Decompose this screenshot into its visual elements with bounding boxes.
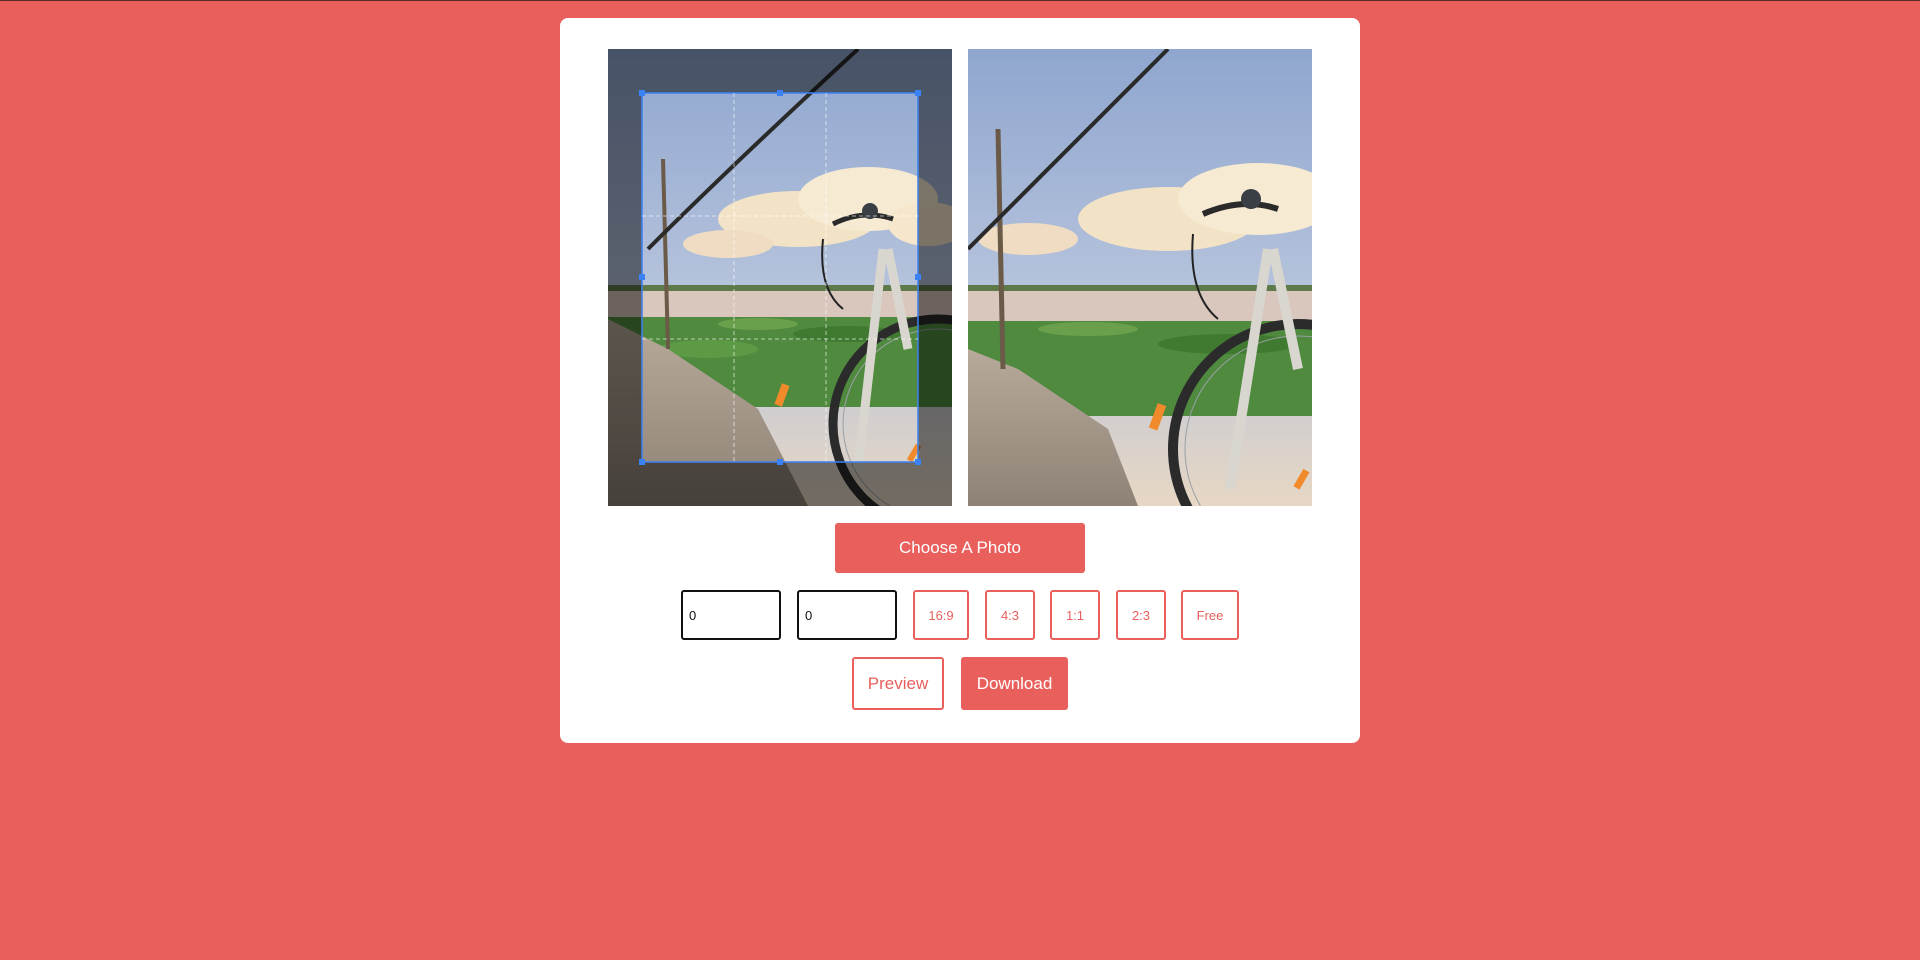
crop-width-input[interactable]: [681, 590, 781, 640]
ratio-free-button[interactable]: Free: [1181, 590, 1239, 640]
ratio-4-3-button[interactable]: 4:3: [985, 590, 1035, 640]
ratio-16-9-button[interactable]: 16:9: [913, 590, 969, 640]
ratio-1-1-button[interactable]: 1:1: [1050, 590, 1100, 640]
preview-button[interactable]: Preview: [852, 657, 944, 710]
cropper-card: Choose A Photo 16:9 4:3 1:1 2:3 Free Pre…: [560, 18, 1360, 743]
source-photo: [608, 49, 952, 506]
crop-preview: [968, 49, 1312, 506]
preview-photo: [968, 49, 1312, 506]
crop-height-input[interactable]: [797, 590, 897, 640]
ratio-2-3-button[interactable]: 2:3: [1116, 590, 1166, 640]
crop-editor[interactable]: [608, 49, 952, 506]
download-button[interactable]: Download: [961, 657, 1068, 710]
choose-photo-button[interactable]: Choose A Photo: [835, 523, 1085, 573]
